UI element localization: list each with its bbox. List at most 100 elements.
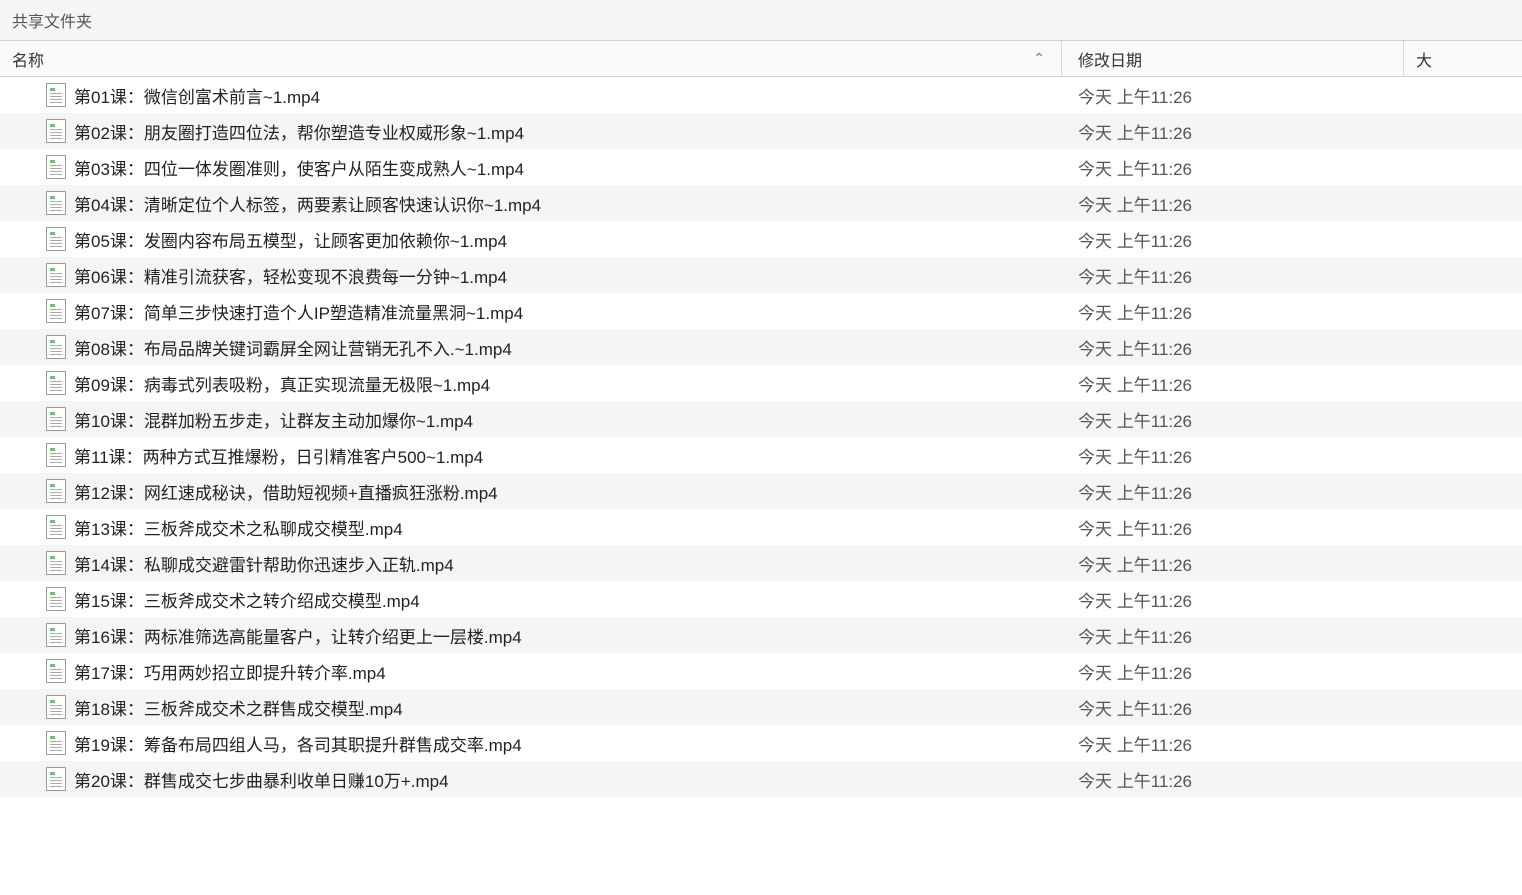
file-name: 第08课：布局品牌关键词霸屏全网让营销无孔不入.~1.mp4: [74, 335, 512, 360]
file-name: 第13课：三板斧成交术之私聊成交模型.mp4: [74, 515, 403, 540]
folder-title: 共享文件夹: [12, 14, 92, 31]
file-row[interactable]: 第03课：四位一体发圈准则，使客户从陌生变成熟人~1.mp4 今天 上午11:26: [0, 149, 1522, 185]
file-date: 今天 上午11:26: [1062, 263, 1404, 288]
column-header-date[interactable]: 修改日期: [1062, 41, 1404, 76]
video-file-icon: [46, 623, 66, 647]
file-name-cell: 第17课：巧用两妙招立即提升转介率.mp4: [0, 659, 1062, 684]
video-file-icon: [46, 371, 66, 395]
file-name: 第05课：发圈内容布局五模型，让顾客更加依赖你~1.mp4: [74, 227, 507, 252]
file-date: 今天 上午11:26: [1062, 155, 1404, 180]
file-row[interactable]: 第11课：两种方式互推爆粉，日引精准客户500~1.mp4 今天 上午11:26: [0, 437, 1522, 473]
file-name: 第11课：两种方式互推爆粉，日引精准客户500~1.mp4: [74, 443, 483, 468]
file-date: 今天 上午11:26: [1062, 83, 1404, 108]
video-file-icon: [46, 263, 66, 287]
file-name-cell: 第08课：布局品牌关键词霸屏全网让营销无孔不入.~1.mp4: [0, 335, 1062, 360]
file-row[interactable]: 第09课：病毒式列表吸粉，真正实现流量无极限~1.mp4 今天 上午11:26: [0, 365, 1522, 401]
file-date: 今天 上午11:26: [1062, 767, 1404, 792]
file-row[interactable]: 第18课：三板斧成交术之群售成交模型.mp4今天 上午11:26: [0, 689, 1522, 725]
column-name-label: 名称: [12, 47, 44, 71]
file-name: 第01课：微信创富术前言~1.mp4: [74, 83, 320, 108]
file-row[interactable]: 第01课：微信创富术前言~1.mp4 今天 上午11:26: [0, 77, 1522, 113]
folder-header: 共享文件夹: [0, 0, 1522, 41]
file-row[interactable]: 第08课：布局品牌关键词霸屏全网让营销无孔不入.~1.mp4 今天 上午11:26: [0, 329, 1522, 365]
file-name-cell: 第12课：网红速成秘诀，借助短视频+直播疯狂涨粉.mp4: [0, 479, 1062, 504]
file-date: 今天 上午11:26: [1062, 515, 1404, 540]
file-name-cell: 第13课：三板斧成交术之私聊成交模型.mp4: [0, 515, 1062, 540]
file-name: 第16课：两标准筛选高能量客户，让转介绍更上一层楼.mp4: [74, 623, 522, 648]
video-file-icon: [46, 695, 66, 719]
video-file-icon: [46, 227, 66, 251]
file-row[interactable]: 第10课：混群加粉五步走，让群友主动加爆你~1.mp4 今天 上午11:26: [0, 401, 1522, 437]
file-row[interactable]: 第17课：巧用两妙招立即提升转介率.mp4 今天 上午11:26: [0, 653, 1522, 689]
file-name: 第04课：清晰定位个人标签，两要素让顾客快速认识你~1.mp4: [74, 191, 541, 216]
file-row[interactable]: 第06课：精准引流获客，轻松变现不浪费每一分钟~1.mp4 今天 上午11:26: [0, 257, 1522, 293]
file-row[interactable]: 第16课：两标准筛选高能量客户，让转介绍更上一层楼.mp4今天 上午11:26: [0, 617, 1522, 653]
video-file-icon: [46, 443, 66, 467]
file-date: 今天 上午11:26: [1062, 587, 1404, 612]
video-file-icon: [46, 191, 66, 215]
file-date: 今天 上午11:26: [1062, 371, 1404, 396]
file-name: 第12课：网红速成秘诀，借助短视频+直播疯狂涨粉.mp4: [74, 479, 498, 504]
video-file-icon: [46, 659, 66, 683]
file-row[interactable]: 第14课：私聊成交避雷针帮助你迅速步入正轨.mp4 今天 上午11:26: [0, 545, 1522, 581]
file-name-cell: 第02课：朋友圈打造四位法，帮你塑造专业权威形象~1.mp4: [0, 119, 1062, 144]
file-date: 今天 上午11:26: [1062, 731, 1404, 756]
file-name: 第14课：私聊成交避雷针帮助你迅速步入正轨.mp4: [74, 551, 454, 576]
file-name: 第15课：三板斧成交术之转介绍成交模型.mp4: [74, 587, 420, 612]
video-file-icon: [46, 83, 66, 107]
file-name-cell: 第19课：筹备布局四组人马，各司其职提升群售成交率.mp4: [0, 731, 1062, 756]
video-file-icon: [46, 587, 66, 611]
file-name-cell: 第16课：两标准筛选高能量客户，让转介绍更上一层楼.mp4: [0, 623, 1062, 648]
file-row[interactable]: 第04课：清晰定位个人标签，两要素让顾客快速认识你~1.mp4 今天 上午11:2…: [0, 185, 1522, 221]
video-file-icon: [46, 407, 66, 431]
file-row[interactable]: 第13课：三板斧成交术之私聊成交模型.mp4 今天 上午11:26: [0, 509, 1522, 545]
column-header-size[interactable]: 大: [1404, 41, 1522, 76]
file-row[interactable]: 第12课：网红速成秘诀，借助短视频+直播疯狂涨粉.mp4 今天 上午11:26: [0, 473, 1522, 509]
file-name-cell: 第03课：四位一体发圈准则，使客户从陌生变成熟人~1.mp4: [0, 155, 1062, 180]
file-name: 第20课：群售成交七步曲暴利收单日赚10万+.mp4: [74, 767, 449, 792]
file-name: 第03课：四位一体发圈准则，使客户从陌生变成熟人~1.mp4: [74, 155, 524, 180]
file-date: 今天 上午11:26: [1062, 659, 1404, 684]
file-name: 第06课：精准引流获客，轻松变现不浪费每一分钟~1.mp4: [74, 263, 507, 288]
column-date-label: 修改日期: [1078, 47, 1142, 71]
video-file-icon: [46, 335, 66, 359]
file-row[interactable]: 第05课：发圈内容布局五模型，让顾客更加依赖你~1.mp4 今天 上午11:26: [0, 221, 1522, 257]
file-row[interactable]: 第02课：朋友圈打造四位法，帮你塑造专业权威形象~1.mp4今天 上午11:26: [0, 113, 1522, 149]
file-list[interactable]: 第01课：微信创富术前言~1.mp4 今天 上午11:26 第02课：朋友圈打造四位…: [0, 77, 1522, 895]
file-name-cell: 第15课：三板斧成交术之转介绍成交模型.mp4: [0, 587, 1062, 612]
file-date: 今天 上午11:26: [1062, 299, 1404, 324]
video-file-icon: [46, 299, 66, 323]
file-name: 第07课：简单三步快速打造个人IP塑造精准流量黑洞~1.mp4: [74, 299, 523, 324]
file-date: 今天 上午11:26: [1062, 191, 1404, 216]
file-date: 今天 上午11:26: [1062, 335, 1404, 360]
video-file-icon: [46, 515, 66, 539]
video-file-icon: [46, 731, 66, 755]
file-name: 第10课：混群加粉五步走，让群友主动加爆你~1.mp4: [74, 407, 473, 432]
file-date: 今天 上午11:26: [1062, 695, 1404, 720]
sort-ascending-icon: ⌃: [1033, 50, 1061, 67]
file-row[interactable]: 第07课：简单三步快速打造个人IP塑造精准流量黑洞~1.mp4 今天 上午11:2…: [0, 293, 1522, 329]
file-date: 今天 上午11:26: [1062, 407, 1404, 432]
file-row[interactable]: 第19课：筹备布局四组人马，各司其职提升群售成交率.mp4 今天 上午11:26: [0, 725, 1522, 761]
file-row[interactable]: 第20课：群售成交七步曲暴利收单日赚10万+.mp4 今天 上午11:26: [0, 761, 1522, 797]
file-name: 第17课：巧用两妙招立即提升转介率.mp4: [74, 659, 386, 684]
file-name: 第02课：朋友圈打造四位法，帮你塑造专业权威形象~1.mp4: [74, 119, 524, 144]
video-file-icon: [46, 767, 66, 791]
file-date: 今天 上午11:26: [1062, 551, 1404, 576]
file-date: 今天 上午11:26: [1062, 227, 1404, 252]
video-file-icon: [46, 155, 66, 179]
file-name-cell: 第07课：简单三步快速打造个人IP塑造精准流量黑洞~1.mp4: [0, 299, 1062, 324]
file-name-cell: 第10课：混群加粉五步走，让群友主动加爆你~1.mp4: [0, 407, 1062, 432]
column-header-name[interactable]: 名称 ⌃: [0, 41, 1062, 76]
file-name: 第09课：病毒式列表吸粉，真正实现流量无极限~1.mp4: [74, 371, 490, 396]
file-date: 今天 上午11:26: [1062, 443, 1404, 468]
file-name-cell: 第01课：微信创富术前言~1.mp4: [0, 83, 1062, 108]
file-date: 今天 上午11:26: [1062, 479, 1404, 504]
file-name-cell: 第09课：病毒式列表吸粉，真正实现流量无极限~1.mp4: [0, 371, 1062, 396]
column-headers: 名称 ⌃ 修改日期 大: [0, 41, 1522, 77]
video-file-icon: [46, 119, 66, 143]
file-name-cell: 第14课：私聊成交避雷针帮助你迅速步入正轨.mp4: [0, 551, 1062, 576]
file-name-cell: 第20课：群售成交七步曲暴利收单日赚10万+.mp4: [0, 767, 1062, 792]
file-row[interactable]: 第15课：三板斧成交术之转介绍成交模型.mp4 今天 上午11:26: [0, 581, 1522, 617]
file-name: 第19课：筹备布局四组人马，各司其职提升群售成交率.mp4: [74, 731, 522, 756]
